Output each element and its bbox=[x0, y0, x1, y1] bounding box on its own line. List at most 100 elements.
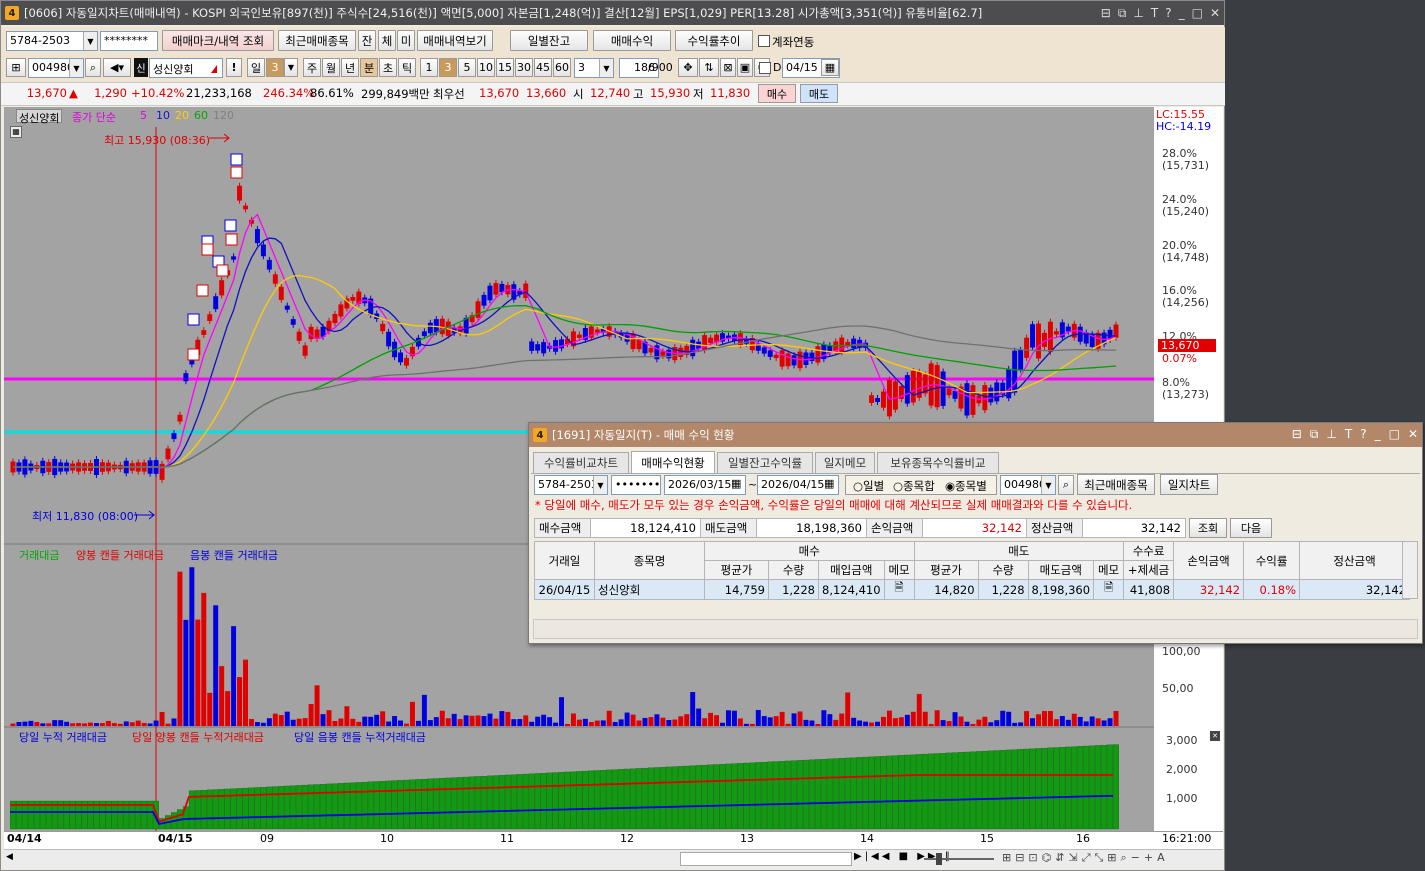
cell-fee: 41,808 bbox=[1123, 579, 1175, 600]
zoom-slider-thumb[interactable] bbox=[936, 853, 942, 865]
minimize-icon[interactable]: _ bbox=[1179, 6, 1185, 20]
trade-marks-query-button[interactable]: 매매마크/내역 조회 bbox=[162, 30, 274, 51]
chevron-down-icon[interactable]: ▼ bbox=[69, 59, 83, 77]
sell-button[interactable]: 매도 bbox=[800, 84, 838, 103]
save-icon[interactable]: ▣ bbox=[737, 58, 753, 77]
search-icon[interactable]: ⌕ bbox=[85, 58, 101, 77]
popup-recent-trades-button[interactable]: 최근매매종목 bbox=[1077, 474, 1155, 495]
tab-holding-return-compare[interactable]: 보유종목수익률비교 bbox=[877, 452, 999, 473]
radio-daily[interactable]: ○일별 bbox=[853, 478, 884, 494]
help-icon[interactable]: ? bbox=[1360, 427, 1366, 442]
period-day-button[interactable]: 일 bbox=[247, 58, 265, 77]
period-n-value[interactable]: 3 bbox=[266, 58, 284, 77]
tab-daily-balance-return[interactable]: 일별잔고수익률 bbox=[717, 452, 813, 473]
table-row[interactable]: 26/04/15 성신양회 14,759 1,228 8,124,410 🗎 1… bbox=[534, 579, 1411, 600]
chevron-down-icon[interactable]: ▼ bbox=[284, 58, 298, 77]
text-icon[interactable]: T bbox=[1151, 6, 1158, 20]
chevron-down-icon[interactable]: ▼ bbox=[83, 32, 97, 50]
minute-3-button[interactable]: 3 bbox=[439, 58, 457, 77]
copy-window-icon[interactable]: ⧉ bbox=[1310, 427, 1319, 442]
minute-30-button[interactable]: 30 bbox=[515, 58, 533, 77]
period-second-button[interactable]: 초 bbox=[379, 58, 397, 77]
memo-icon[interactable]: 🗎 bbox=[1093, 579, 1125, 600]
panel-close-icon[interactable]: ✕ bbox=[1210, 731, 1220, 741]
cum-volume-bar bbox=[1077, 746, 1084, 830]
pin-icon[interactable]: ⊥ bbox=[1326, 427, 1336, 442]
help-icon[interactable]: ? bbox=[1165, 6, 1171, 20]
scroll-track[interactable] bbox=[680, 852, 852, 866]
alert-icon[interactable]: ! bbox=[226, 58, 242, 77]
close-icon[interactable]: ✕ bbox=[1210, 6, 1220, 20]
period-minute-button[interactable]: 분 bbox=[360, 58, 378, 77]
maximize-icon[interactable]: □ bbox=[1192, 6, 1203, 20]
radio-per-stock[interactable]: ◉종목별 bbox=[945, 478, 987, 494]
chart-tool-icons[interactable]: ⊞⊟⊡⌬⇵⇲⤢⤡⊞⌕−+A bbox=[1002, 851, 1169, 865]
speaker-icon[interactable]: ◀▾ bbox=[103, 58, 131, 77]
maximize-icon[interactable]: □ bbox=[1389, 427, 1400, 442]
grid-toggle-icon[interactable]: ▦ bbox=[10, 126, 22, 138]
balance-button[interactable]: 잔 bbox=[358, 30, 376, 51]
period-year-button[interactable]: 년 bbox=[341, 58, 359, 77]
memo-icon[interactable]: 🗎 bbox=[883, 579, 915, 600]
calendar-icon[interactable]: ▦ bbox=[821, 59, 839, 76]
trade-history-button[interactable]: 매매내역보기 bbox=[417, 30, 493, 51]
chevron-down-icon[interactable]: ▼ bbox=[599, 59, 613, 77]
popup-password-input[interactable]: ••••••••• bbox=[611, 475, 661, 495]
volume-bar bbox=[332, 720, 338, 726]
minute-5-button[interactable]: 5 bbox=[458, 58, 476, 77]
next-button[interactable]: 다음 bbox=[1230, 518, 1272, 538]
unfilled-button[interactable]: 미 bbox=[397, 30, 415, 51]
period-week-button[interactable]: 주 bbox=[303, 58, 321, 77]
restore-layout-icon[interactable]: ⊟ bbox=[1101, 6, 1111, 20]
recent-trades-button[interactable]: 최근매매종목 bbox=[278, 30, 356, 51]
trade-profit-button[interactable]: 매매수익 bbox=[593, 30, 671, 51]
account-link-checkbox[interactable] bbox=[758, 35, 770, 47]
cum-volume-bar bbox=[469, 776, 476, 830]
minimize-icon[interactable]: _ bbox=[1375, 427, 1381, 442]
return-trend-button[interactable]: 수익률추이 bbox=[675, 30, 753, 51]
minute-1-button[interactable]: 1 bbox=[420, 58, 438, 77]
copy-window-icon[interactable]: ⧉ bbox=[1118, 6, 1127, 21]
scroll-left-icon[interactable]: ◀ bbox=[6, 852, 20, 866]
calendar-icon[interactable]: ▦ bbox=[731, 477, 741, 490]
volume-bar bbox=[970, 723, 976, 726]
buy-button[interactable]: 매수 bbox=[758, 84, 796, 103]
date-checkbox[interactable] bbox=[759, 62, 771, 74]
minute-10-button[interactable]: 10 bbox=[477, 58, 495, 77]
restore-layout-icon[interactable]: ⊟ bbox=[1292, 427, 1302, 442]
journal-chart-button[interactable]: 일지차트 bbox=[1160, 474, 1218, 495]
table-scrollbar[interactable] bbox=[1402, 541, 1418, 599]
radio-stock-sum[interactable]: ○종목합 bbox=[893, 478, 935, 494]
zoom-slider[interactable] bbox=[924, 858, 994, 860]
calendar-icon[interactable]: ▦ bbox=[824, 477, 834, 490]
pl-amount: 32,142 bbox=[922, 518, 1026, 538]
tab-trade-profit[interactable]: 매매수익현황 bbox=[631, 451, 715, 473]
chevron-down-icon[interactable]: ▼ bbox=[593, 476, 607, 494]
candle bbox=[952, 391, 958, 399]
tab-journal-memo[interactable]: 일지메모 bbox=[815, 452, 875, 473]
minute-60-button[interactable]: 60 bbox=[553, 58, 571, 77]
minute-15-button[interactable]: 15 bbox=[496, 58, 514, 77]
account-link-label: 계좌연동 bbox=[772, 35, 815, 49]
cum-volume-bar bbox=[993, 750, 1000, 830]
text-icon[interactable]: T bbox=[1345, 427, 1352, 442]
close-icon[interactable]: ✕ bbox=[1408, 427, 1418, 442]
chart-tools-icon[interactable]: ⇅ bbox=[699, 58, 719, 77]
period-tick-button[interactable]: 틱 bbox=[398, 58, 416, 77]
filled-button[interactable]: 체 bbox=[378, 30, 396, 51]
crosshair-icon[interactable]: ✥ bbox=[678, 58, 698, 77]
password-input[interactable]: ******** bbox=[100, 31, 158, 51]
pin-icon[interactable]: ⊥ bbox=[1133, 6, 1143, 20]
volume-bar bbox=[58, 720, 64, 726]
image-icon[interactable]: ⊠ bbox=[720, 58, 736, 77]
daily-balance-button[interactable]: 일별잔고 bbox=[510, 30, 588, 51]
period-month-button[interactable]: 월 bbox=[322, 58, 340, 77]
query-button[interactable]: 조회 bbox=[1189, 518, 1227, 538]
toolbar-chart: ⊞ 004980 ▼ ⌕ ◀▾ 신 성신양회 ! 일 3 ▼ 주 월 년 분 초… bbox=[1, 55, 1225, 82]
chart-settings-icon[interactable]: ⊞ bbox=[6, 58, 26, 77]
tab-return-compare-chart[interactable]: 수익률비교차트 bbox=[533, 452, 629, 473]
volume-bar bbox=[678, 716, 684, 726]
chevron-down-icon[interactable]: ▼ bbox=[1041, 476, 1055, 494]
search-icon[interactable]: ⌕ bbox=[1058, 475, 1074, 495]
minute-45-button[interactable]: 45 bbox=[534, 58, 552, 77]
